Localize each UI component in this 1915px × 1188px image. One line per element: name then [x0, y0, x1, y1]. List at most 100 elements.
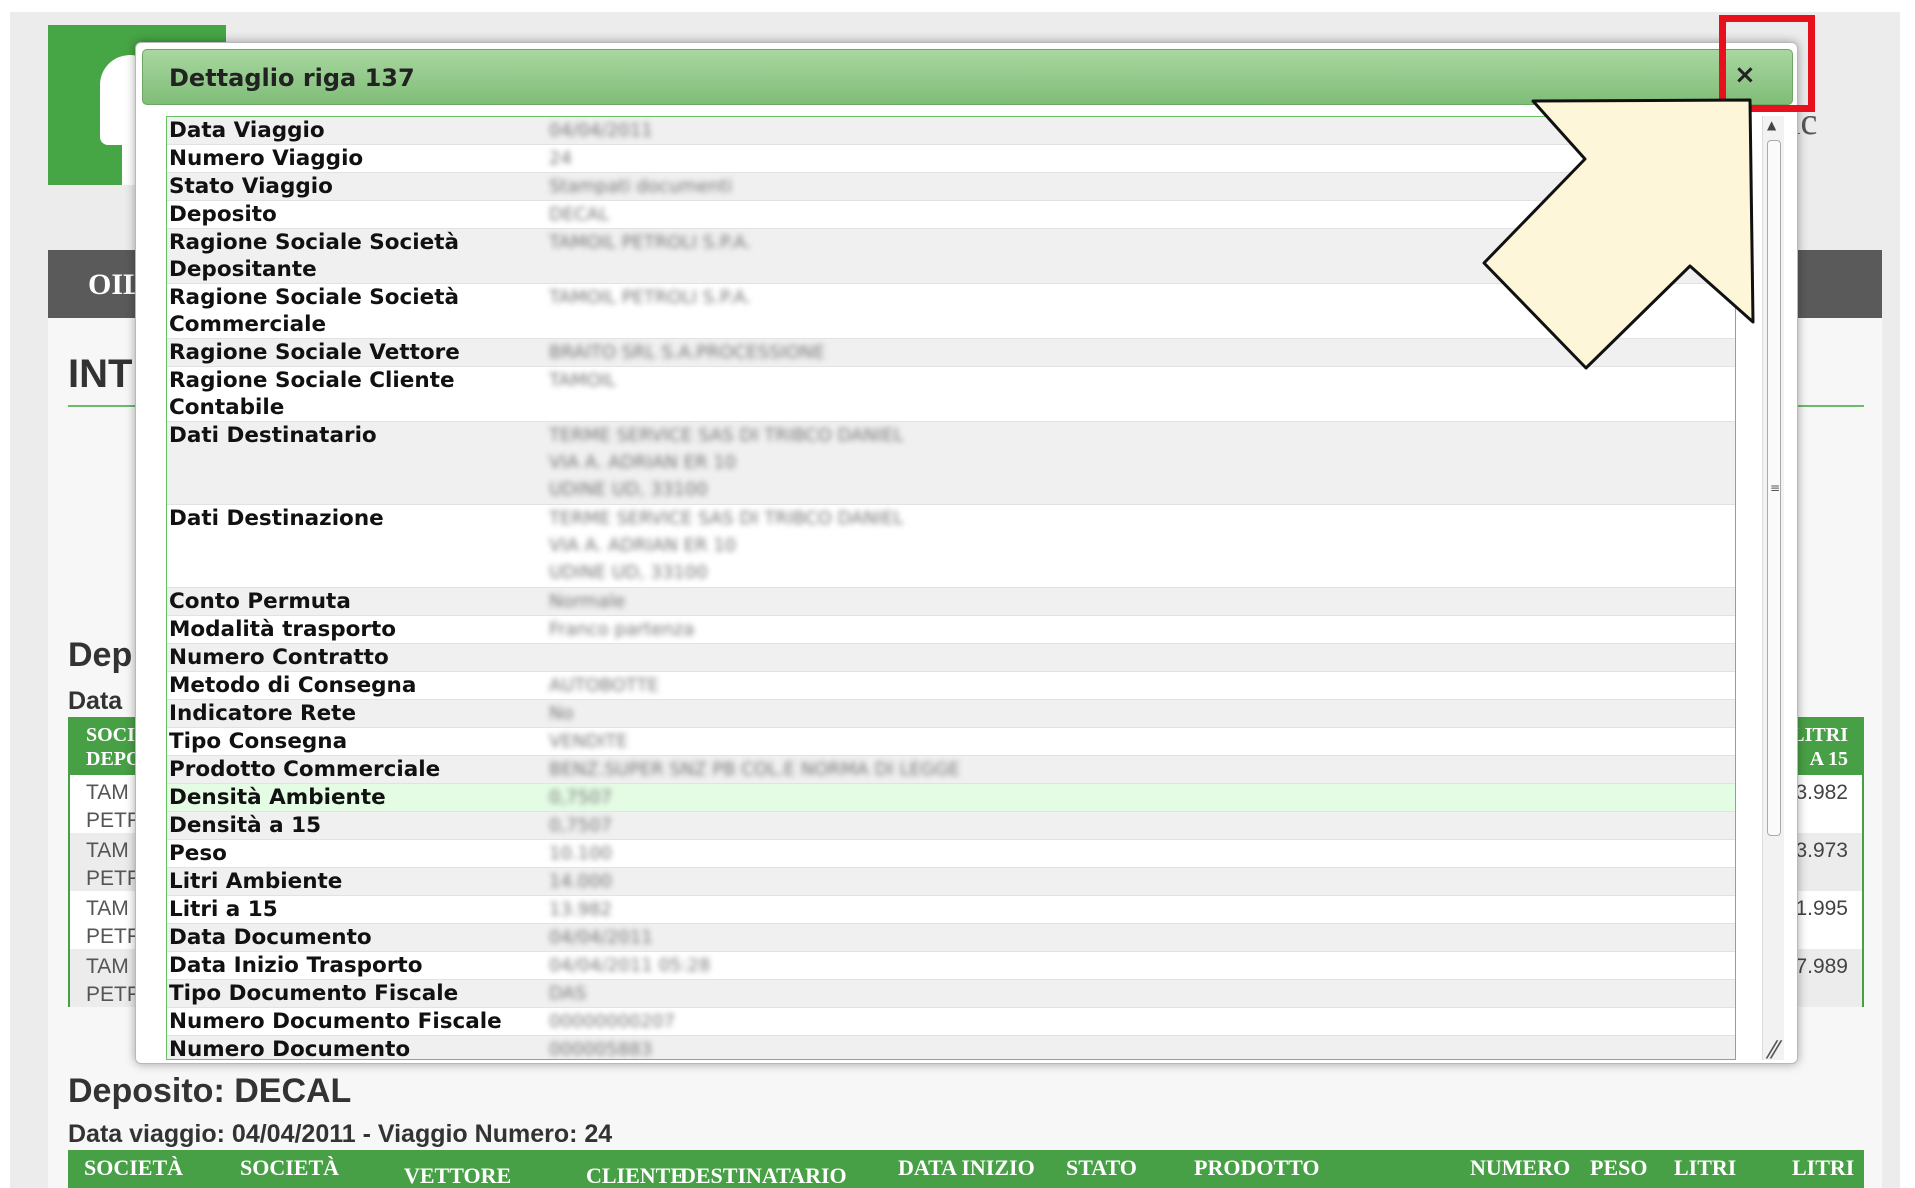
close-button[interactable]: × — [1722, 56, 1770, 100]
detail-row: Numero Documento Fiscale 00000000207 — [167, 1008, 1735, 1036]
detail-value-line: BRAITO SRL S.A.PROCESSIONE — [549, 342, 825, 363]
column-header: DESTINATARIO — [680, 1163, 847, 1188]
detail-value: 00000000207 — [549, 1008, 675, 1035]
resize-handle-icon[interactable]: ⁄⁄ — [1770, 1036, 1778, 1064]
detail-value: Normale — [549, 588, 625, 615]
detail-value: TAMOIL PETROLI S.P.A. — [549, 229, 751, 256]
deposit-heading: Deposito: DECAL — [68, 1072, 352, 1110]
detail-row: Prodotto Commerciale BENZ.SUPER SNZ PB CO… — [167, 756, 1735, 784]
detail-value-line: 0,7507 — [549, 787, 612, 808]
detail-value: VENDITE — [549, 728, 628, 755]
column-header: LITRI — [1792, 1155, 1855, 1180]
column-header: SOCIETÀ — [240, 1155, 340, 1180]
detail-value-line: 14.000 — [549, 871, 612, 892]
detail-value: TERME SERVICE SAS DI TRIBCO DANIEL VIA A.… — [549, 422, 904, 503]
table-cell: 3.973 — [1795, 839, 1848, 862]
detail-row: Modalità trasporto Franco partenza — [167, 616, 1735, 644]
detail-value: 04/04/2011 — [549, 117, 653, 144]
detail-value-line: BENZ.SUPER SNZ PB COL.E NORMA DI LEGGE — [549, 759, 961, 780]
detail-value-line: VIA A. ADRIAN ER 10 — [549, 452, 737, 473]
deposit-heading: Dep — [68, 636, 133, 674]
column-header: A 15 — [1809, 748, 1848, 770]
detail-row: Ragione Sociale Vettore BRAITO SRL S.A.PR… — [167, 339, 1735, 367]
detail-row: Indicatore Rete No — [167, 700, 1735, 728]
detail-value: 0,7507 — [549, 812, 612, 839]
dialog-titlebar[interactable]: Dettaglio riga 137 — [142, 49, 1793, 105]
detail-value-line: TAMOIL — [549, 370, 616, 391]
scroll-up-icon[interactable]: ▲ — [1767, 118, 1776, 132]
detail-row: Deposito DECAL — [167, 201, 1735, 229]
detail-value-line: VIA A. ADRIAN ER 10 — [549, 535, 737, 556]
detail-value-line: 24 — [549, 148, 572, 169]
detail-label: Data Viaggio — [169, 118, 325, 143]
detail-value: BENZ.SUPER SNZ PB COL.E NORMA DI LEGGE — [549, 756, 960, 783]
detail-value: 10.100 — [549, 840, 612, 867]
detail-label: Tipo Consegna — [169, 729, 348, 754]
detail-label: Dati Destinatario — [169, 423, 377, 448]
detail-label: Litri Ambiente — [169, 869, 343, 894]
detail-row: Data Viaggio 04/04/2011 — [167, 117, 1735, 145]
detail-value: 14.000 — [549, 868, 612, 895]
detail-value: BRAITO SRL S.A.PROCESSIONE — [549, 339, 825, 366]
detail-row: Peso 10.100 — [167, 840, 1735, 868]
detail-value-line: AUTOBOTTE — [549, 675, 659, 696]
detail-value-line: 00000000207 — [549, 1011, 675, 1032]
detail-value: 000005883 — [549, 1036, 652, 1059]
detail-row: Numero Contratto — [167, 644, 1735, 672]
detail-label: Numero Contratto — [169, 645, 389, 670]
dialog-scrollbar[interactable]: ▲ ≡ — [1762, 116, 1784, 1060]
table-cell: PETR — [86, 925, 143, 948]
detail-value-line: 04/04/2011 05:28 — [549, 955, 711, 976]
scroll-thumb[interactable]: ≡ — [1767, 140, 1781, 836]
detail-value-line: DAS — [549, 983, 587, 1004]
table-cell: 3.982 — [1795, 781, 1848, 804]
column-header: LITRI — [1791, 724, 1848, 746]
detail-value-line: Franco partenza — [549, 619, 695, 640]
detail-label: Densità a 15 — [169, 813, 322, 838]
table-cell: TAM — [86, 839, 129, 862]
detail-value: Franco partenza — [549, 616, 694, 643]
detail-label: Numero Documento Commerciale — [169, 1037, 411, 1060]
detail-value-line: 10.100 — [549, 843, 612, 864]
detail-label: Prodotto Commerciale — [169, 757, 441, 782]
dialog-title: Dettaglio riga 137 — [169, 64, 415, 92]
column-header: DEPO — [86, 748, 142, 770]
detail-value: 04/04/2011 05:28 — [549, 952, 710, 979]
detail-value-line: Normale — [549, 591, 626, 612]
detail-value-line: 13.982 — [549, 899, 612, 920]
column-header: PESO — [1590, 1155, 1648, 1180]
detail-row: Tipo Consegna VENDITE — [167, 728, 1735, 756]
detail-row: Conto Permuta Normale — [167, 588, 1735, 616]
detail-value-line: 0,7507 — [549, 815, 612, 836]
detail-label: Deposito — [169, 202, 277, 227]
table-cell: TAM — [86, 781, 129, 804]
detail-value: 13.982 — [549, 896, 612, 923]
table-cell: 7.989 — [1795, 955, 1848, 978]
deposit-subheading: Data viaggio: 04/04/2011 - Viaggio Numer… — [68, 1120, 613, 1148]
detail-label: Ragione Sociale Vettore — [169, 340, 460, 365]
table-header: SOCIETÀ SOCIETÀ VETTORE CLIENTE DESTINAT… — [68, 1150, 1864, 1188]
detail-row: Dati Destinatario TERME SERVICE SAS DI TR… — [167, 422, 1735, 505]
detail-row: Tipo Documento Fiscale DAS — [167, 980, 1735, 1008]
detail-label: Indicatore Rete — [169, 701, 357, 726]
detail-row: Numero Documento Commerciale 000005883 — [167, 1036, 1735, 1060]
detail-row: Litri Ambiente 14.000 — [167, 868, 1735, 896]
table-cell: PETR — [86, 867, 143, 890]
detail-value: 24 — [549, 145, 572, 172]
detail-label: Litri a 15 — [169, 897, 278, 922]
detail-value-line: Stampati documenti — [549, 176, 733, 197]
detail-row: Litri a 15 13.982 — [167, 896, 1735, 924]
detail-label: Data Documento — [169, 925, 372, 950]
detail-label: Ragione Sociale Cliente Contabile — [169, 368, 455, 420]
page-title: INT — [68, 352, 133, 396]
detail-value-line: 04/04/2011 — [549, 927, 653, 948]
detail-label: Ragione Sociale Società Depositante — [169, 230, 460, 282]
column-header: DATA INIZIO — [898, 1155, 1035, 1180]
detail-value: 0,7507 — [549, 784, 612, 811]
detail-row: Data Documento 04/04/2011 — [167, 924, 1735, 952]
detail-value-line: TERME SERVICE SAS DI TRIBCO DANIEL — [549, 425, 904, 446]
detail-label: Densità Ambiente — [169, 785, 386, 810]
detail-label: Dati Destinazione — [169, 506, 384, 531]
column-header: SOCI — [86, 724, 135, 746]
detail-table: Data Viaggio 04/04/2011 Numero Viaggio 24 St… — [166, 116, 1736, 1060]
